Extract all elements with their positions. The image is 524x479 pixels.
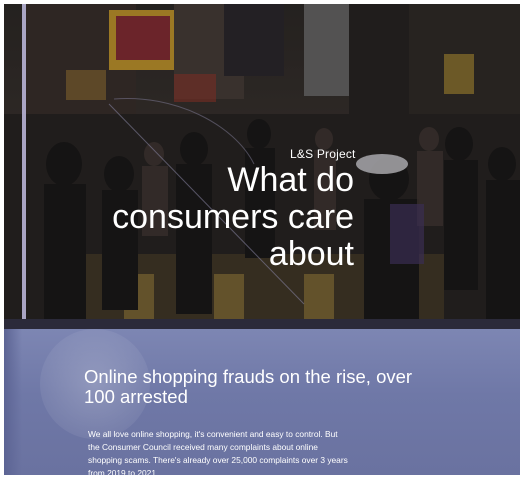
body-line: shopping scams. There's already over 25,…	[88, 455, 348, 465]
heading-line: Online shopping frauds on the rise, over	[84, 366, 413, 387]
slide-heading: Online shopping frauds on the rise, over…	[84, 367, 464, 406]
heading-line: 100 arrested	[84, 385, 188, 407]
body-line: We all love online shopping, it's conven…	[88, 429, 338, 439]
left-edge-shade	[4, 329, 22, 475]
slide-divider	[4, 319, 520, 329]
slide-body-text: We all love online shopping, it's conven…	[88, 428, 388, 475]
body-line: the Consumer Council received many compl…	[88, 442, 318, 452]
slide-title: What do consumers care about	[96, 162, 354, 273]
project-label: L&S Project	[290, 147, 356, 161]
title-line: What do	[227, 161, 354, 199]
title-line: consumers care	[112, 198, 354, 236]
content-slide[interactable]: Online shopping frauds on the rise, over…	[4, 329, 520, 475]
presentation-viewer: L&S Project What do consumers care about…	[0, 0, 524, 479]
accent-bar	[22, 4, 26, 319]
title-slide[interactable]: L&S Project What do consumers care about	[4, 4, 520, 319]
title-line: about	[268, 235, 354, 273]
body-line: from 2019 to 2021.	[88, 468, 159, 475]
page-edge	[520, 0, 524, 479]
